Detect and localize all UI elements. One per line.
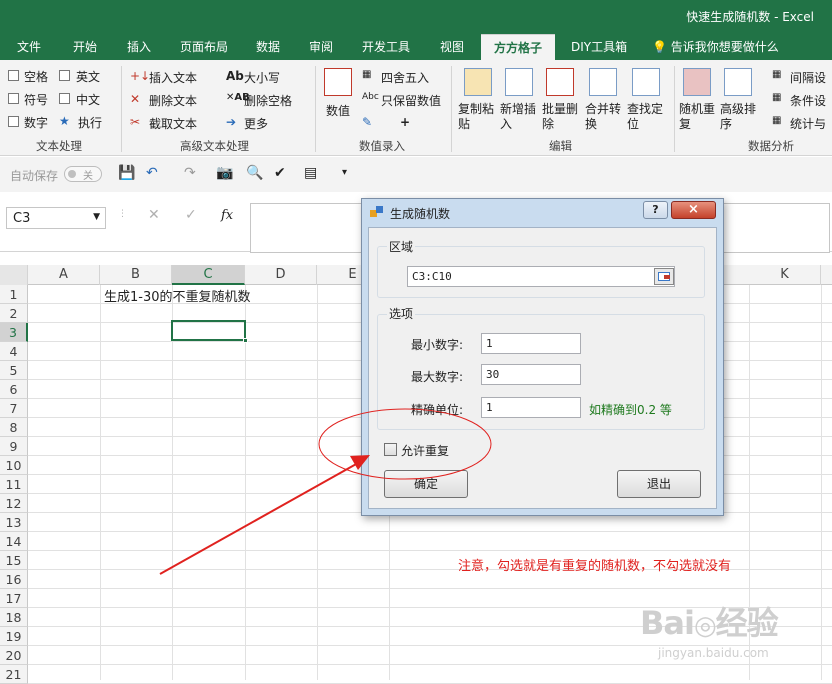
watermark-url: jingyan.baidu.com [658, 646, 769, 660]
baidu-watermark-logo: Bai◎经验 [640, 604, 779, 642]
annotation-arrow [159, 462, 359, 575]
annotation-note: 注意，勾选就是有重复的随机数，不勾选就没有 [458, 559, 732, 574]
annotation-overlay [159, 408, 492, 575]
arrow-head-icon [350, 455, 370, 470]
annotation-circle [318, 408, 492, 480]
